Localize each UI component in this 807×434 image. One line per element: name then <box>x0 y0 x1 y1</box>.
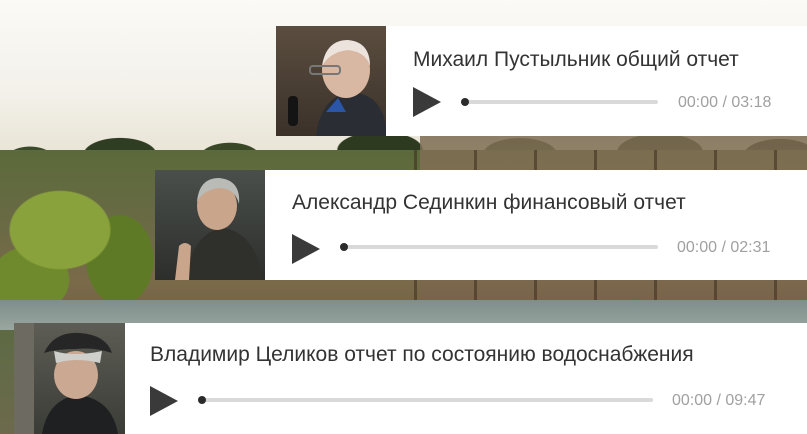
track-title: Владимир Целиков отчет по состоянию водо… <box>150 343 694 366</box>
audio-player-card: Владимир Целиков отчет по состоянию водо… <box>14 323 807 434</box>
seek-bar[interactable] <box>340 243 658 251</box>
track-info: Михаил Пустыльник общий отчет 00:00 / 03… <box>386 26 807 136</box>
time-display: 00:00 / 02:31 <box>677 239 771 256</box>
track-info: Владимир Целиков отчет по состоянию водо… <box>125 323 807 434</box>
portrait-image <box>288 40 386 136</box>
track-title: Александр Сединкин финансовый отчет <box>292 191 686 214</box>
portrait-image <box>14 323 118 434</box>
time-display: 00:00 / 09:47 <box>672 392 766 409</box>
audio-player-card: Александр Сединкин финансовый отчет 00:0… <box>155 170 807 280</box>
play-button[interactable] <box>292 234 320 264</box>
seek-handle[interactable] <box>198 396 206 404</box>
speaker-thumbnail <box>155 170 265 280</box>
seek-handle[interactable] <box>340 243 348 251</box>
seek-bar[interactable] <box>461 98 658 106</box>
play-button[interactable] <box>150 386 178 416</box>
track-info: Александр Сединкин финансовый отчет 00:0… <box>265 170 807 280</box>
time-display: 00:00 / 03:18 <box>678 94 772 111</box>
seek-handle[interactable] <box>461 98 469 106</box>
seek-bar[interactable] <box>198 396 653 404</box>
track-title: Михаил Пустыльник общий отчет <box>413 48 739 71</box>
portrait-image <box>175 178 263 280</box>
play-button[interactable] <box>413 87 441 117</box>
audio-player-card: Михаил Пустыльник общий отчет 00:00 / 03… <box>276 26 807 136</box>
speaker-thumbnail <box>14 323 125 434</box>
speaker-thumbnail <box>276 26 386 136</box>
